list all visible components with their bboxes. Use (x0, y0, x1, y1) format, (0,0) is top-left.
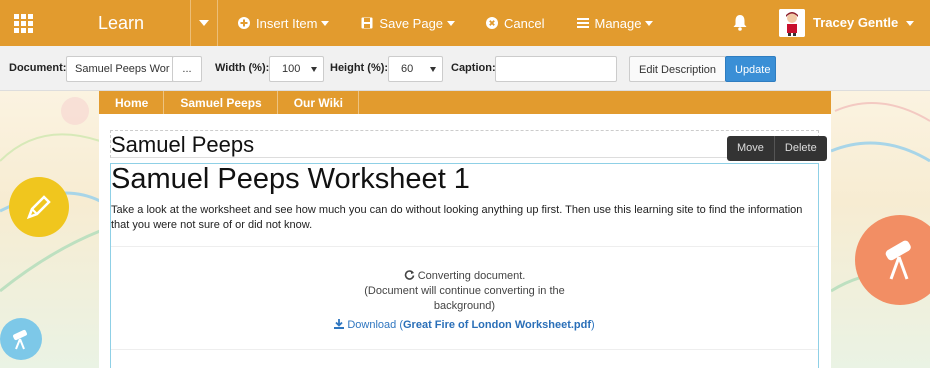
download-suffix: ) (591, 319, 595, 331)
caret-down-icon (905, 21, 914, 27)
save-page-label: Save Page (379, 15, 444, 31)
bell-icon[interactable] (732, 14, 748, 34)
save-page-button[interactable]: Save Page (361, 0, 456, 46)
divider (111, 246, 818, 247)
chevron-down-icon (430, 67, 436, 72)
move-button[interactable]: Move (727, 136, 774, 161)
refresh-icon (404, 270, 418, 282)
manage-label: Manage (594, 15, 642, 31)
height-select[interactable]: 60 (388, 56, 443, 82)
section-title[interactable]: Samuel Peeps (111, 132, 254, 158)
top-navbar: Learn Insert Item Save Page Cancel Manag… (0, 0, 930, 46)
update-button[interactable]: Update (725, 56, 776, 82)
page-nav-samuel-peeps[interactable]: Samuel Peeps (164, 91, 278, 114)
app-dropdown-button[interactable] (190, 0, 218, 46)
download-filename: Great Fire of London Worksheet.pdf (403, 319, 592, 331)
menu-icon (576, 17, 589, 29)
edit-description-button[interactable]: Edit Description (629, 56, 727, 82)
worksheet-heading: Samuel Peeps Worksheet 1 (111, 163, 470, 195)
download-prefix: Download ( (347, 319, 403, 331)
close-circle-icon (486, 17, 499, 29)
height-value: 60 (401, 63, 414, 75)
insert-item-label: Insert Item (256, 15, 318, 31)
pencil-icon (9, 177, 69, 237)
telescope-icon (0, 318, 42, 360)
chevron-down-icon (199, 20, 209, 26)
width-value: 100 (282, 63, 301, 75)
page-content: Home Samuel Peeps Our Wiki Samuel Peeps … (99, 91, 831, 368)
cancel-label: Cancel (504, 15, 545, 31)
avatar[interactable] (779, 9, 805, 37)
browse-button[interactable]: ... (172, 56, 202, 82)
cancel-button[interactable]: Cancel (486, 0, 545, 46)
delete-button[interactable]: Delete (773, 136, 827, 161)
page-nav-home[interactable]: Home (99, 91, 165, 114)
manage-button[interactable]: Manage (576, 0, 654, 46)
divider (111, 349, 818, 350)
document-input[interactable]: Samuel Peeps Wor (66, 56, 173, 82)
page-nav-our-wiki[interactable]: Our Wiki (278, 91, 359, 114)
save-icon (361, 17, 373, 29)
chevron-down-icon (311, 67, 317, 72)
converting-text: Converting document. (417, 270, 526, 282)
caret-down-icon (447, 20, 456, 26)
conversion-status: Converting document. (Document will cont… (111, 269, 818, 314)
width-select[interactable]: 100 (269, 56, 324, 82)
worksheet-description: Take a look at the worksheet and see how… (111, 204, 803, 231)
user-menu[interactable]: Tracey Gentle (813, 15, 914, 30)
section-actions: Move Delete (727, 136, 827, 161)
caret-down-icon (645, 20, 654, 26)
item-toolbar: Document: Samuel Peeps Wor ... Width (%)… (0, 46, 930, 91)
grid-icon (14, 14, 33, 33)
download-icon (334, 319, 347, 331)
width-label: Width (%): (215, 62, 270, 74)
document-label: Document: (9, 62, 67, 74)
arrow-tip (46, 0, 55, 46)
download-link[interactable]: Download (Great Fire of London Worksheet… (111, 319, 818, 331)
height-label: Height (%): (330, 62, 389, 74)
plus-circle-icon (238, 17, 250, 29)
apps-grid-button[interactable] (0, 0, 55, 46)
caption-input[interactable] (495, 56, 617, 82)
caret-down-icon (321, 20, 330, 26)
user-name: Tracey Gentle (813, 15, 899, 30)
insert-item-button[interactable]: Insert Item (238, 0, 330, 46)
page-navigation: Home Samuel Peeps Our Wiki (99, 91, 831, 114)
app-title[interactable]: Learn (98, 13, 190, 34)
caption-label: Caption: (451, 62, 496, 74)
converting-note: (Document will continue converting in th… (364, 285, 565, 312)
